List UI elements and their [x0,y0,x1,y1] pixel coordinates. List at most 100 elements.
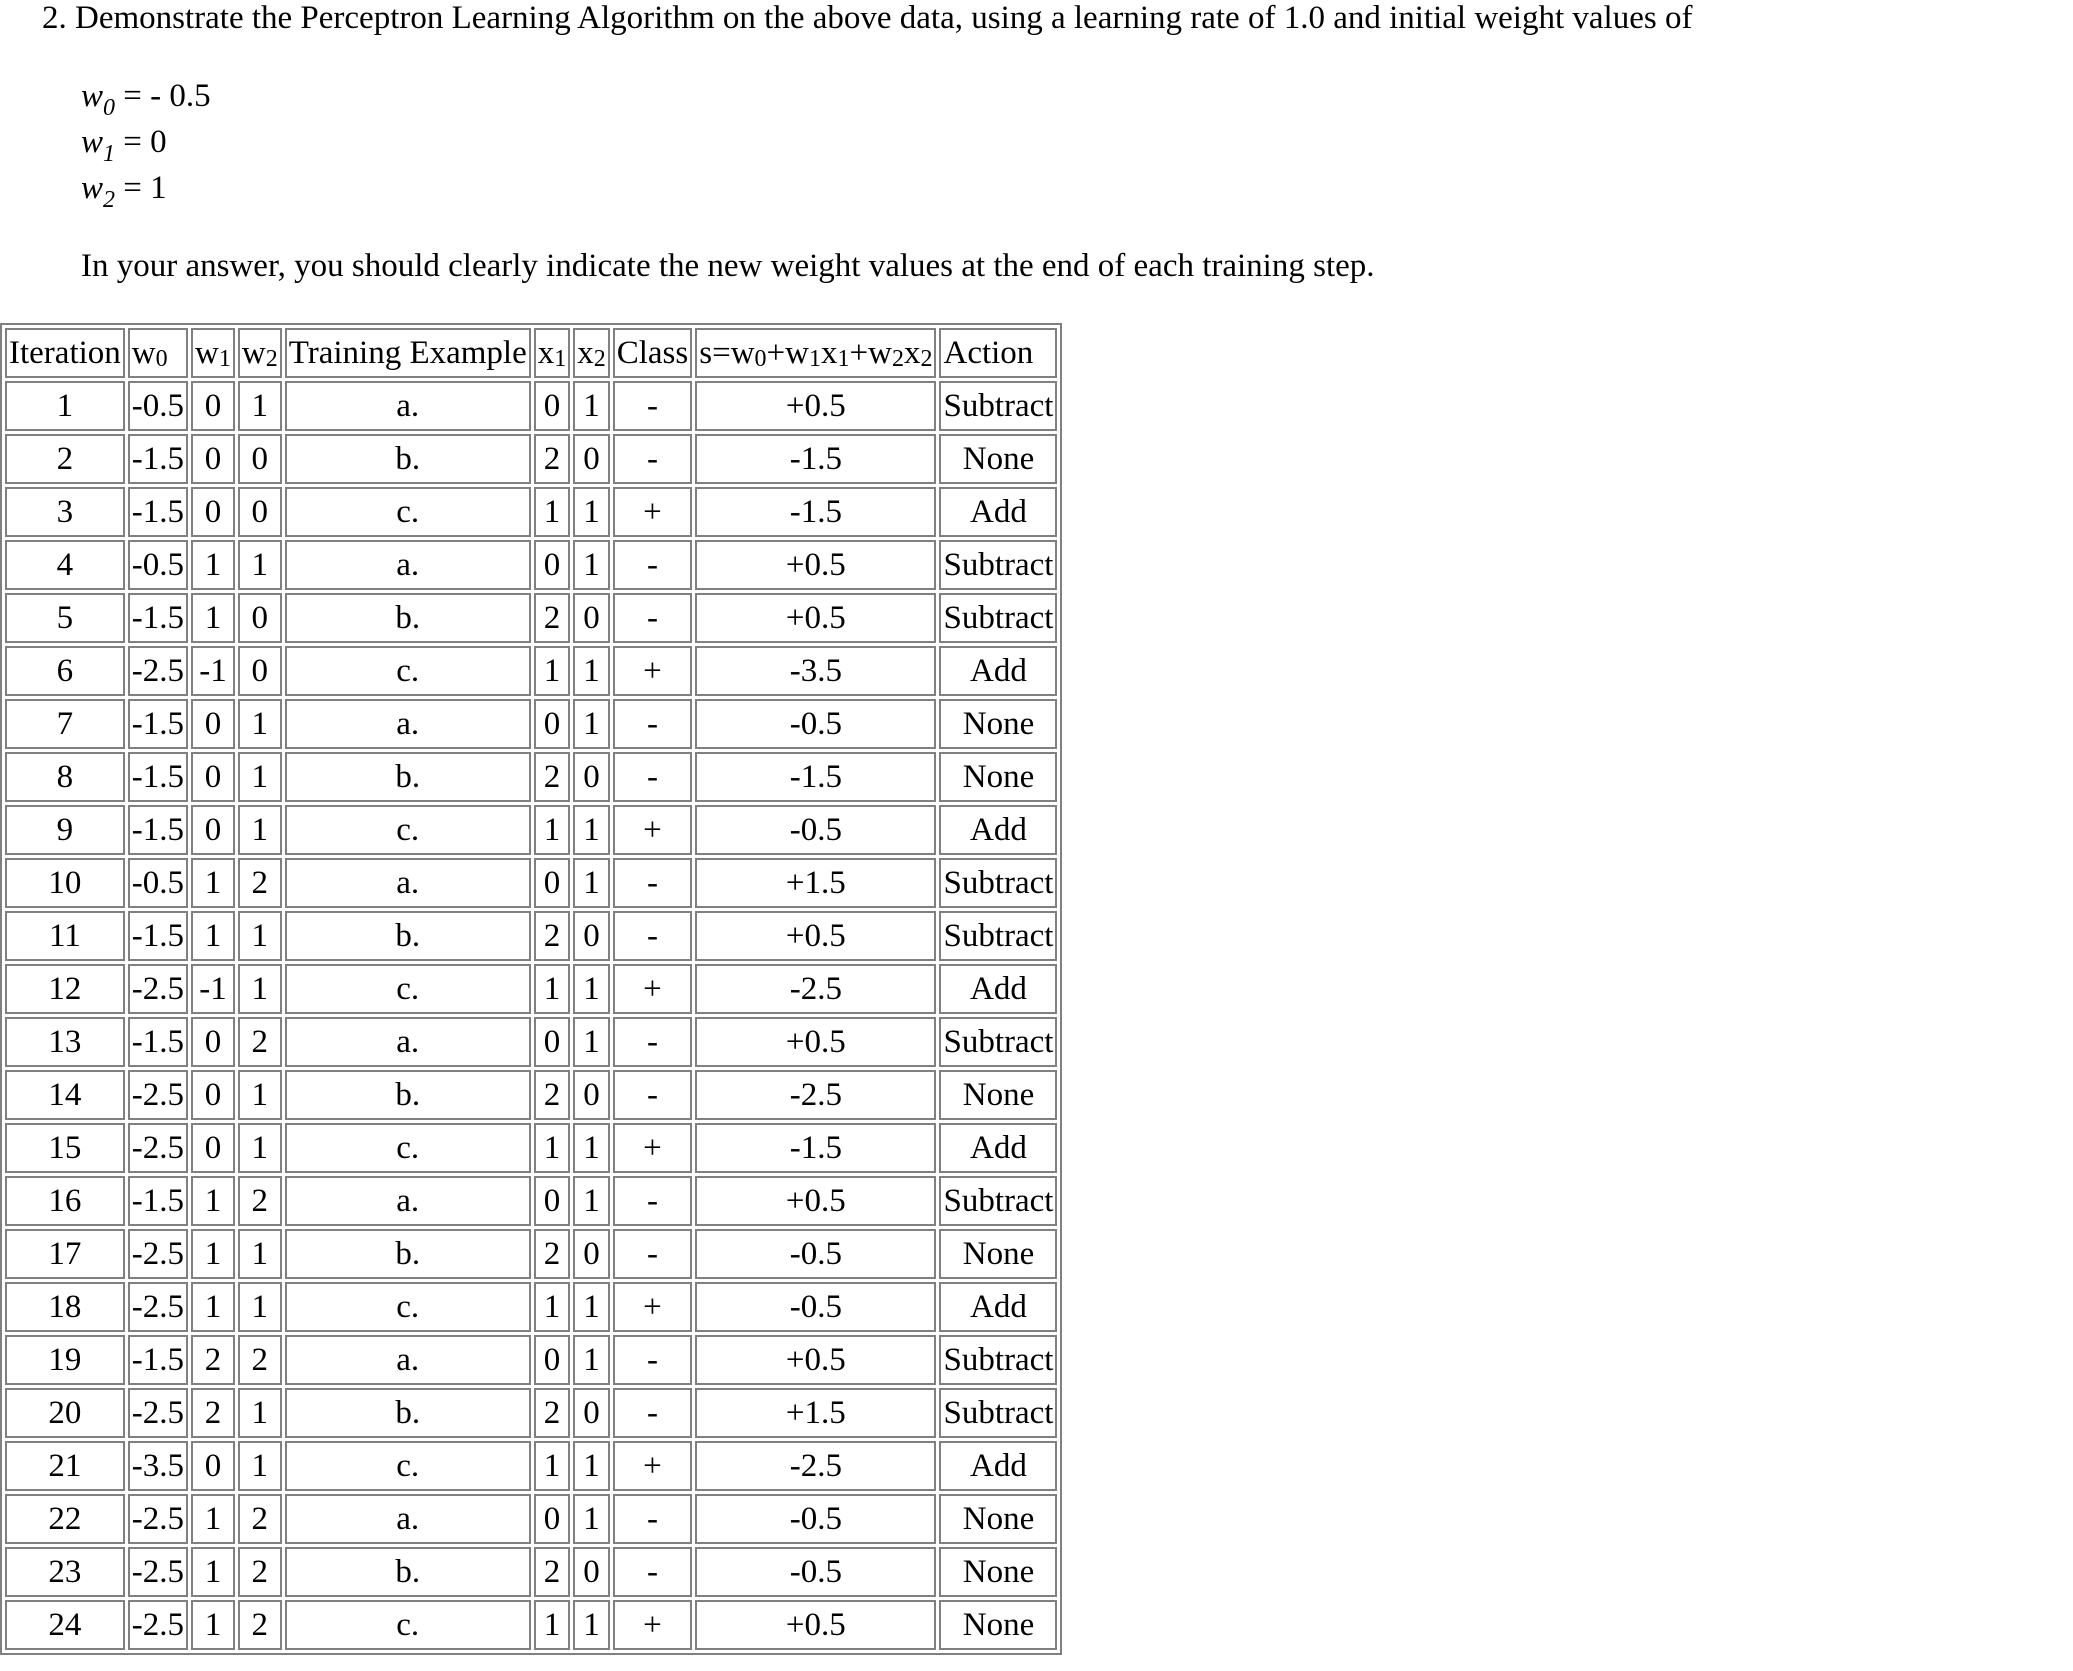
table-cell: 0 [191,1070,235,1120]
table-cell: Subtract [939,1017,1058,1067]
weight-value: = 0 [115,124,167,160]
table-cell: 0 [191,699,235,749]
table-cell: -2.5 [695,964,937,1014]
table-cell: 1 [533,964,571,1014]
table-cell: -2.5 [695,1070,937,1120]
table-cell: +0.5 [695,911,937,961]
table-cell: +0.5 [695,540,937,590]
column-header: w2 [237,328,282,378]
table-cell: 1 [237,699,282,749]
weight-subscript: 2 [103,187,116,213]
table-cell: -0.5 [695,1547,937,1597]
column-header: x2 [573,328,610,378]
table-cell: + [612,1123,693,1173]
table-cell: - [612,434,693,484]
table-row: 4 -0.5 1 1 a. 0 1- +0.5 Subtract [5,540,1058,590]
table-cell: -0.5 [695,1494,937,1544]
table-cell: 1 [573,699,610,749]
table-cell: + [612,964,693,1014]
table-cell: 1 [573,487,610,537]
table-cell: 1 [533,805,571,855]
table-cell: - [612,1547,693,1597]
table-cell: 20 [5,1388,125,1438]
table-cell: 3 [5,487,125,537]
table-cell: a. [284,699,531,749]
table-cell: 1 [573,805,610,855]
table-cell: 2 [237,858,282,908]
table-cell: -2.5 [127,964,189,1014]
table-cell: -0.5 [127,858,189,908]
table-cell: 0 [191,487,235,537]
table-row: 20 -2.5 2 1 b. 2 0- +1.5 Subtract [5,1388,1058,1438]
table-cell: +0.5 [695,1335,937,1385]
column-header: w1 [191,328,235,378]
table-cell: 1 [533,646,571,696]
table-cell: 22 [5,1494,125,1544]
table-cell: 17 [5,1229,125,1279]
table-cell: -1 [191,964,235,1014]
table-cell: + [612,1600,693,1650]
table-cell: 0 [533,858,571,908]
table-cell: 2 [237,1600,282,1650]
table-cell: 2 [533,1229,571,1279]
weight-var: w [81,124,104,160]
table-cell: Add [939,1123,1058,1173]
table-cell: +0.5 [695,1176,937,1226]
table-cell: 21 [5,1441,125,1491]
table-cell: - [612,1494,693,1544]
table-cell: Subtract [939,593,1058,643]
table-cell: a. [284,1494,531,1544]
table-cell: 1 [5,381,125,431]
table-cell: -2.5 [127,646,189,696]
column-header: Action [939,328,1058,378]
table-cell: None [939,1070,1058,1120]
table-cell: -2.5 [127,1388,189,1438]
table-cell: 1 [573,540,610,590]
table-cell: -1.5 [695,752,937,802]
table-cell: 0 [191,1017,235,1067]
table-cell: +0.5 [695,381,937,431]
table-cell: 2 [533,1547,571,1597]
table-cell: 4 [5,540,125,590]
table-cell: -1.5 [695,434,937,484]
table-cell: Add [939,1282,1058,1332]
table-cell: 0 [191,1123,235,1173]
table-cell: None [939,1600,1058,1650]
table-cell: - [612,593,693,643]
table-cell: c. [284,646,531,696]
table-cell: 1 [573,1441,610,1491]
table-row: 9 -1.5 0 1 c. 1 1 + -0.5 Add [5,805,1058,855]
table-cell: 0 [191,805,235,855]
table-cell: -0.5 [695,805,937,855]
table-cell: -1.5 [127,1176,189,1226]
table-cell: - [612,1176,693,1226]
table-cell: Subtract [939,1176,1058,1226]
table-row: 13 -1.5 0 2 a. 0 1- +0.5 Subtract [5,1017,1058,1067]
table-cell: 0 [533,540,571,590]
table-cell: + [612,646,693,696]
table-cell: 0 [191,752,235,802]
table-cell: 1 [191,1282,235,1332]
table-cell: 0 [237,646,282,696]
table-cell: 1 [237,964,282,1014]
table-cell: - [612,540,693,590]
table-cell: 7 [5,699,125,749]
table-cell: 2 [237,1547,282,1597]
table-cell: Subtract [939,858,1058,908]
table-cell: Subtract [939,1335,1058,1385]
table-cell: Add [939,646,1058,696]
table-cell: -2.5 [127,1070,189,1120]
table-cell: 2 [237,1176,282,1226]
table-cell: 1 [191,1176,235,1226]
table-cell: Add [939,1441,1058,1491]
table-cell: 1 [573,381,610,431]
table-cell: -1.5 [695,1123,937,1173]
table-cell: 1 [191,1494,235,1544]
table-row: 22 -2.5 1 2 a. 0 1- -0.5 None [5,1494,1058,1544]
table-cell: 1 [191,540,235,590]
table-cell: 24 [5,1600,125,1650]
table-cell: -1 [191,646,235,696]
table-cell: 1 [191,1600,235,1650]
table-cell: -2.5 [127,1123,189,1173]
table-row: 7 -1.5 0 1 a. 0 1- -0.5 None [5,699,1058,749]
